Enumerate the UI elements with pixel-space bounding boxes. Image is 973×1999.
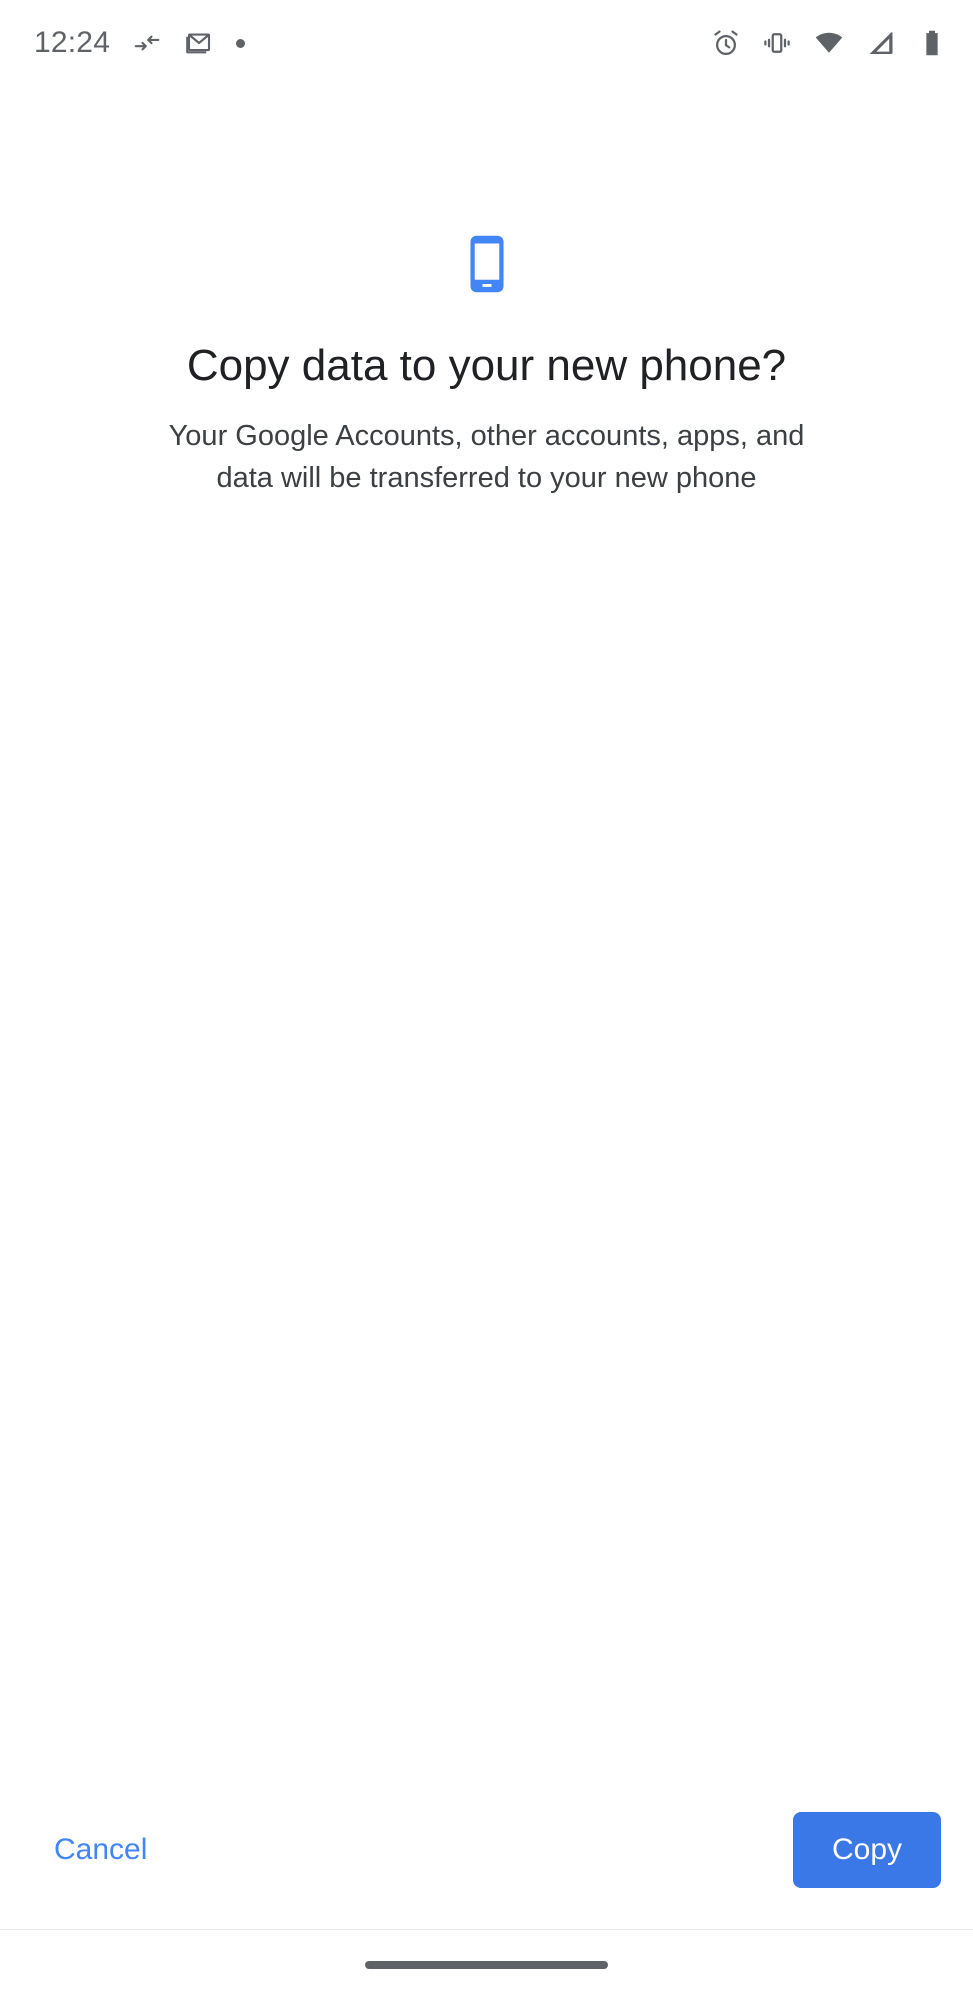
status-bar: 12:24 [0, 0, 973, 86]
status-bar-right-group [711, 28, 947, 58]
gmail-icon [184, 28, 214, 58]
page-title: Copy data to your new phone? [186, 341, 787, 390]
status-bar-left-group: 12:24 [34, 26, 246, 59]
main-content: Copy data to your new phone? Your Google… [0, 86, 973, 499]
hero-icon-container [34, 232, 939, 296]
status-bar-clock: 12:24 [34, 26, 111, 59]
smartphone-icon [455, 232, 519, 296]
home-gesture-bar[interactable] [365, 1960, 608, 1969]
footer-action-bar: Cancel Copy [0, 1770, 973, 1930]
notification-dot-icon [236, 38, 246, 48]
wifi-icon [813, 28, 845, 58]
android-copy-data-screen: 12:24 Copy data to your new phone? Your … [0, 0, 973, 1999]
system-navigation-bar [0, 1930, 973, 1999]
data-transfer-arrows-icon [132, 28, 162, 58]
page-subtitle: Your Google Accounts, other accounts, ap… [168, 419, 805, 494]
vibrate-icon [762, 28, 792, 58]
copy-button[interactable]: Copy [793, 1812, 941, 1888]
cancel-button[interactable]: Cancel [44, 1821, 157, 1879]
alarm-icon [711, 28, 741, 58]
cellular-signal-icon [866, 28, 896, 58]
battery-icon [917, 28, 947, 58]
